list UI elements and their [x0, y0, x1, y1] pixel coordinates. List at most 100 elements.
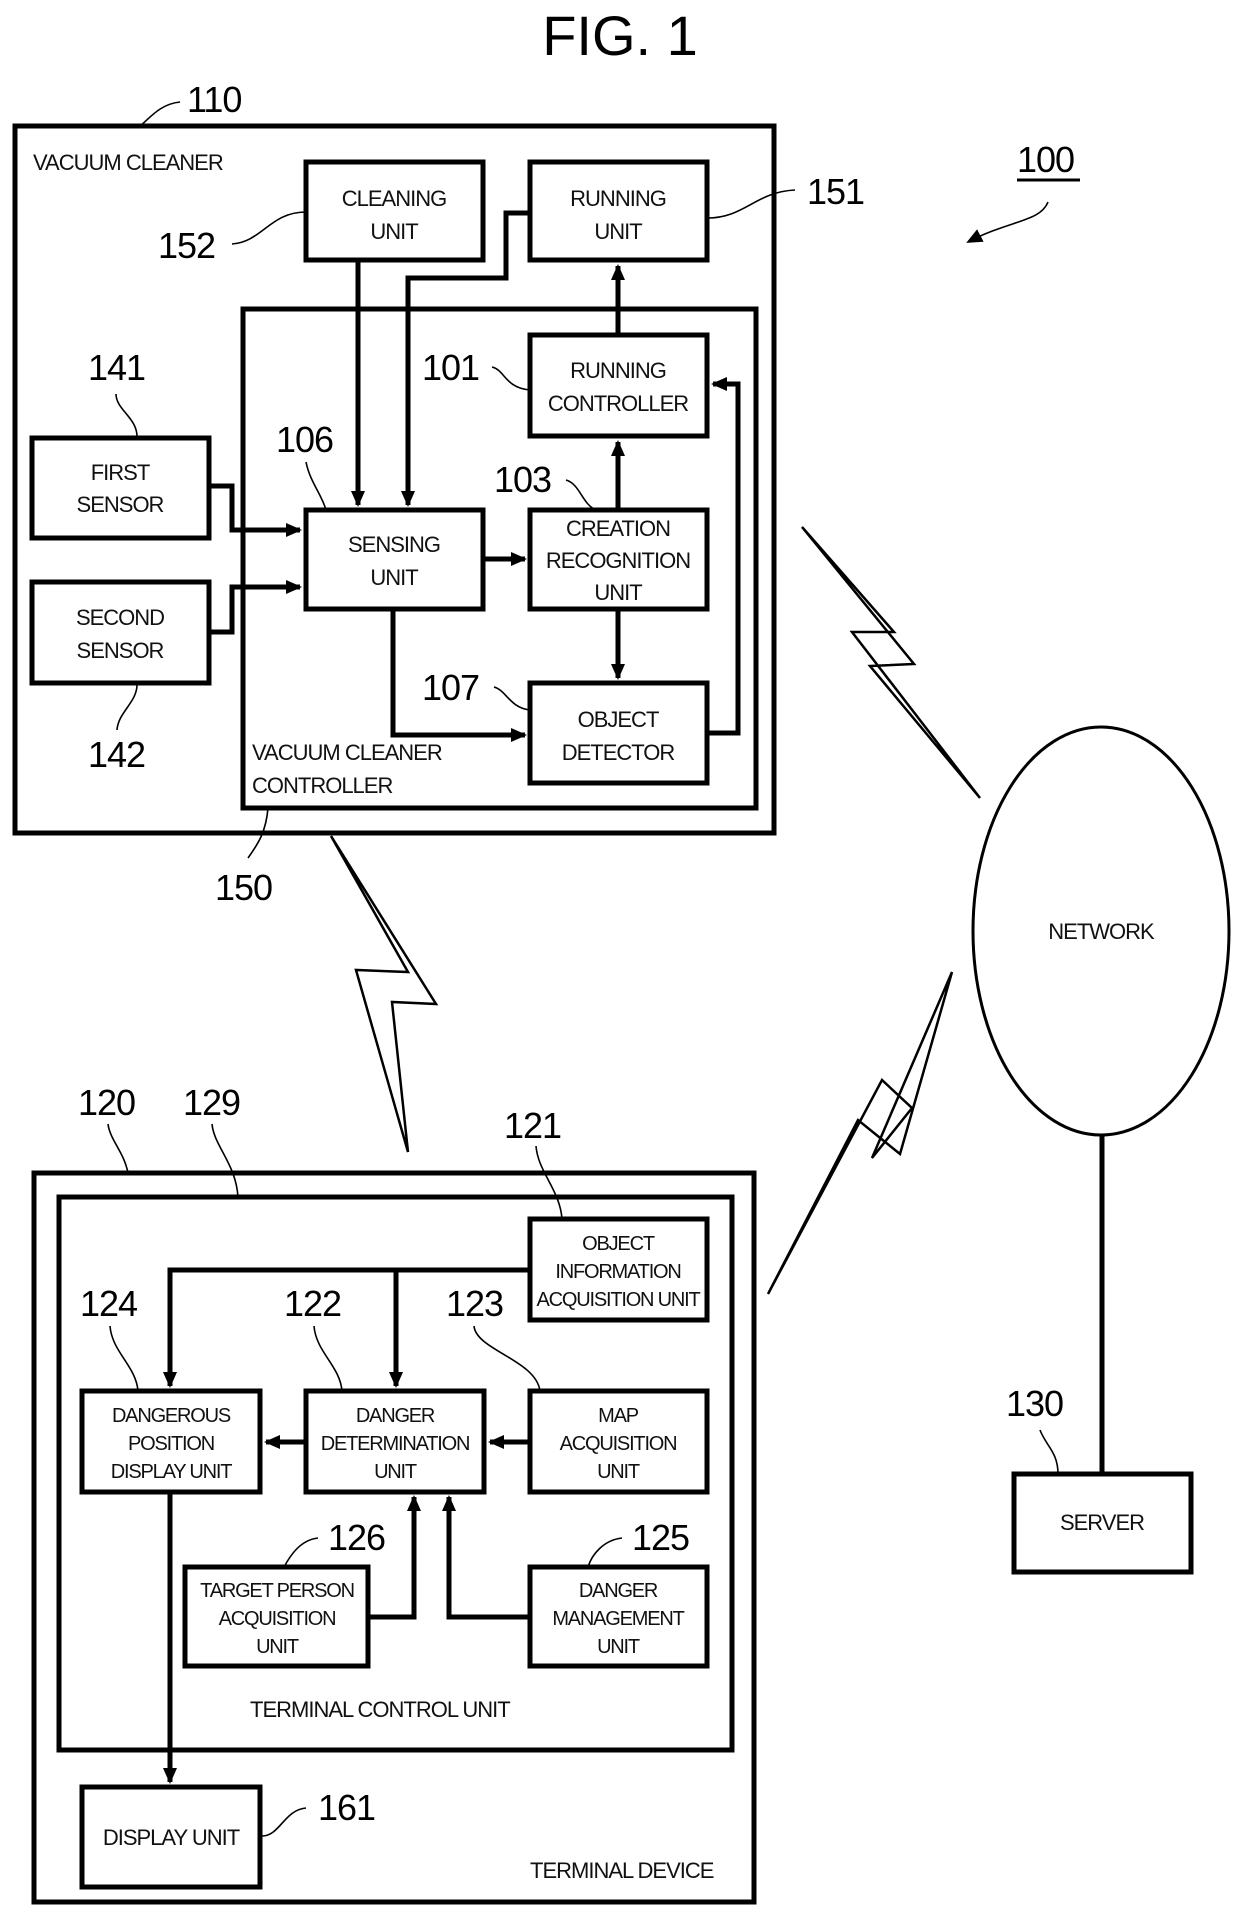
ref-120: 120: [78, 1082, 135, 1123]
object-detector-box: [527, 680, 710, 786]
ref-106: 106: [276, 419, 333, 460]
sensing-unit-box: [303, 507, 486, 612]
first-sensor-box: [29, 435, 212, 541]
leader-107: [493, 686, 531, 711]
object-info-label-2: INFORMATION: [555, 1261, 680, 1283]
dangerous-position-label-3: DISPLAY UNIT: [111, 1461, 232, 1483]
controller-label-line1: VACUUM CLEANER: [252, 740, 442, 765]
leader-129: [211, 1123, 239, 1198]
creation-label-2: RECOGNITION: [546, 548, 690, 573]
wireless-link-vacuum-terminal: [329, 835, 439, 1153]
ref-142: 142: [88, 734, 145, 775]
running-unit-label-1: RUNNING: [570, 186, 666, 211]
ref-125: 125: [632, 1517, 689, 1558]
ref-122: 122: [284, 1283, 341, 1324]
object-detector: OBJECT DETECTOR: [527, 680, 710, 786]
first-sensor-label-2: SENSOR: [77, 492, 164, 517]
target-person-label-1: TARGET PERSON: [200, 1580, 354, 1602]
leader-142: [116, 682, 138, 731]
ref-151: 151: [807, 171, 864, 212]
leader-152: [231, 211, 307, 245]
ref-103: 103: [494, 459, 551, 500]
network-label: NETWORK: [1048, 919, 1155, 944]
leader-121: [535, 1145, 563, 1220]
cleaning-unit-label-2: UNIT: [370, 219, 418, 244]
ref-101: 101: [422, 347, 479, 388]
target-person-label-2: ACQUISITION: [219, 1608, 336, 1630]
object-info-label-1: OBJECT: [582, 1233, 655, 1255]
creation-label-3: UNIT: [594, 580, 642, 605]
danger-determination-label-3: UNIT: [374, 1461, 417, 1483]
terminal-device-label: TERMINAL DEVICE: [530, 1858, 714, 1883]
ref-141: 141: [88, 347, 145, 388]
leader-120: [107, 1123, 129, 1174]
object-detector-label-1: OBJECT: [578, 707, 659, 732]
running-controller-label-1: RUNNING: [570, 358, 666, 383]
terminal-device: TERMINAL DEVICE 120 TERMINAL CONTROL UNI…: [31, 1082, 757, 1905]
network: NETWORK: [971, 725, 1231, 1137]
danger-management-label-1: DANGER: [579, 1580, 658, 1602]
danger-determination-unit: DANGER DETERMINATION UNIT: [303, 1388, 487, 1495]
map-acquisition-unit: MAP ACQUISITION UNIT: [527, 1388, 710, 1495]
cleaning-unit-box: [303, 159, 486, 263]
server-label: SERVER: [1060, 1510, 1144, 1535]
running-controller: RUNNING CONTROLLER: [527, 332, 710, 439]
server: SERVER: [1011, 1471, 1194, 1575]
running-unit-label-2: UNIT: [594, 219, 642, 244]
figure-title: FIG. 1: [542, 4, 698, 67]
display-unit-label: DISPLAY UNIT: [103, 1825, 240, 1850]
block-diagram: FIG. 1 100 VACUUM CLEANER 110 VACUUM CLE…: [12, 4, 1231, 1905]
wireless-link-vacuum-network: [801, 526, 981, 799]
ref-161: 161: [318, 1787, 375, 1828]
danger-management-label-3: UNIT: [597, 1636, 640, 1658]
target-person-acquisition-unit: TARGET PERSON ACQUISITION UNIT: [182, 1564, 371, 1669]
system-ref-arrow: [966, 201, 1049, 243]
leader-124: [109, 1325, 139, 1392]
leader-123: [473, 1325, 541, 1392]
leader-106: [305, 461, 327, 511]
danger-management-label-2: MANAGEMENT: [552, 1608, 684, 1630]
danger-determination-label-2: DETERMINATION: [321, 1433, 469, 1455]
wire-first-sensor-to-sensing: [209, 483, 302, 537]
cleaning-unit: CLEANING UNIT: [303, 159, 486, 263]
dangerous-position-display-unit: DANGEROUS POSITION DISPLAY UNIT: [79, 1388, 263, 1495]
creation-label-1: CREATION: [566, 516, 670, 541]
vacuum-cleaner: VACUUM CLEANER 110 VACUUM CLEANER CONTRO…: [12, 79, 865, 908]
leader-161: [261, 1807, 307, 1837]
leader-103: [565, 479, 597, 511]
ref-150: 150: [215, 867, 272, 908]
second-sensor-box: [29, 579, 212, 686]
dangerous-position-label-1: DANGEROUS: [112, 1405, 231, 1427]
running-unit-box: [527, 159, 710, 263]
ref-124: 124: [80, 1283, 137, 1324]
creation-recognition-unit: CREATION RECOGNITION UNIT: [527, 507, 710, 612]
danger-determination-label-1: DANGER: [356, 1405, 435, 1427]
map-acquisition-label-1: MAP: [598, 1405, 639, 1427]
ref-129: 129: [183, 1082, 240, 1123]
system-ref-label: 100: [1017, 139, 1074, 180]
sensing-unit: SENSING UNIT: [303, 507, 486, 612]
leader-130: [1039, 1429, 1059, 1475]
second-sensor-label-1: SECOND: [76, 605, 164, 630]
first-sensor-label-1: FIRST: [91, 460, 150, 485]
sensing-unit-label-2: UNIT: [370, 565, 418, 590]
controller-label-line2: CONTROLLER: [252, 773, 392, 798]
dangerous-position-label-2: POSITION: [128, 1433, 214, 1455]
leader-125: [587, 1537, 623, 1568]
leader-110: [139, 101, 181, 127]
running-controller-box: [527, 332, 710, 439]
map-acquisition-label-2: ACQUISITION: [560, 1433, 677, 1455]
target-person-label-3: UNIT: [256, 1636, 299, 1658]
wire-second-sensor-to-sensing: [209, 580, 302, 635]
system-ref-100: 100: [966, 139, 1080, 243]
ref-130: 130: [1006, 1383, 1063, 1424]
leader-122: [313, 1325, 343, 1392]
running-controller-label-2: CONTROLLER: [548, 391, 688, 416]
display-unit: DISPLAY UNIT: [79, 1784, 263, 1890]
danger-management-unit: DANGER MANAGEMENT UNIT: [527, 1564, 710, 1669]
object-detector-label-2: DETECTOR: [562, 740, 675, 765]
ref-121: 121: [504, 1105, 561, 1146]
object-info-acquisition-unit: OBJECT INFORMATION ACQUISITION UNIT: [527, 1216, 710, 1323]
ref-126: 126: [328, 1517, 385, 1558]
second-sensor-label-2: SENSOR: [77, 638, 164, 663]
